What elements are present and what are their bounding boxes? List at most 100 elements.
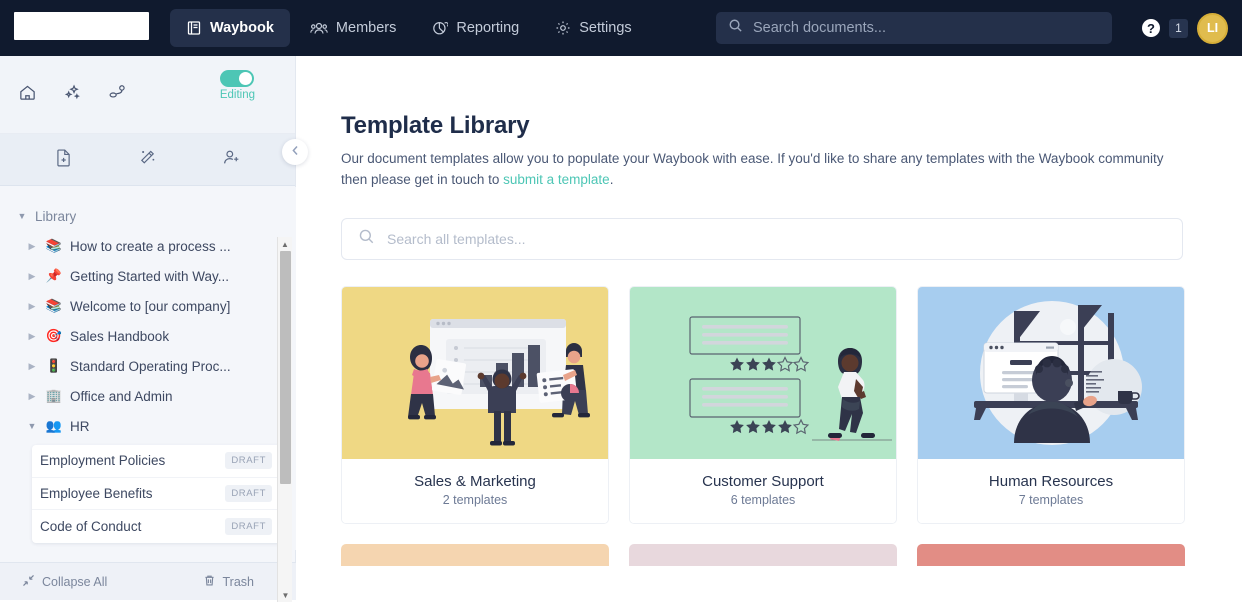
scrollbar-thumb[interactable]: [280, 251, 291, 484]
tree-item-how-to-create-a-process[interactable]: ▶ 📚 How to create a process ...: [0, 231, 296, 261]
sidebar-primary-icons: [18, 83, 128, 107]
submit-template-link[interactable]: submit a template: [503, 172, 610, 187]
chevron-right-icon[interactable]: ▶: [26, 361, 38, 372]
magic-wand-icon[interactable]: [138, 148, 157, 172]
trash-button[interactable]: Trash: [203, 574, 255, 590]
status-badge: DRAFT: [225, 517, 272, 535]
notification-count-badge[interactable]: 1: [1169, 18, 1188, 38]
card-footer: Sales & Marketing 2 templates: [342, 459, 608, 524]
chevron-right-icon[interactable]: ▶: [26, 301, 38, 312]
card-title: Human Resources: [988, 473, 1114, 491]
route-icon[interactable]: [108, 83, 128, 107]
add-member-icon[interactable]: [222, 148, 241, 172]
avatar[interactable]: LI: [1197, 12, 1228, 44]
tree-item-welcome-to-our-company[interactable]: ▶ 📚 Welcome to [our company]: [0, 291, 296, 321]
editing-toggle-label: Editing: [219, 89, 255, 101]
nav-item-members-label: Members: [335, 20, 397, 36]
nav-item-reporting[interactable]: Reporting: [416, 9, 535, 47]
list-item-label: Employment Policies: [40, 453, 166, 469]
template-card-stub-3[interactable]: [917, 544, 1185, 567]
tree-item-getting-started-with-waybook[interactable]: ▶ 📌 Getting Started with Way...: [0, 261, 296, 291]
card-title: Customer Support: [702, 473, 824, 491]
list-item-code-of-conduct[interactable]: Code of Conduct DRAFT: [32, 510, 282, 543]
editing-toggle[interactable]: [220, 70, 255, 87]
collapse-sidebar-button[interactable]: [282, 139, 308, 165]
scroll-up-arrow-icon[interactable]: ▲: [278, 237, 292, 251]
template-card-stub-1[interactable]: [341, 544, 609, 567]
tree-root-library[interactable]: ▼ Library: [0, 201, 296, 231]
tree-item-label: Standard Operating Proc...: [70, 358, 231, 374]
document-tree: ▼ Library ▶ 📚 How to create a process ..…: [0, 187, 296, 550]
busts-emoji: 👥: [45, 418, 63, 433]
nav-item-settings-label: Settings: [579, 20, 632, 36]
tree-item-sales-handbook[interactable]: ▶ 🎯 Sales Handbook: [0, 321, 296, 351]
nav-item-settings[interactable]: Settings: [539, 9, 647, 47]
template-card-customer-support[interactable]: Customer Support 6 templates: [629, 286, 897, 525]
book-icon: [186, 20, 202, 36]
page-description-period: .: [609, 171, 614, 187]
chevron-right-icon[interactable]: ▶: [26, 391, 38, 402]
template-search-placeholder: Search all templates...: [387, 231, 526, 248]
sidebar-scrollbar[interactable]: ▲ ▼: [277, 237, 292, 602]
traffic-light-emoji: 🚦: [45, 358, 63, 373]
nav-item-waybook[interactable]: Waybook: [170, 9, 290, 47]
home-icon[interactable]: [18, 83, 37, 107]
top-bar-actions: ? 1 LI: [1142, 0, 1228, 56]
list-item-label: Employee Benefits: [40, 485, 153, 501]
chevron-left-icon: [291, 143, 300, 161]
chevron-right-icon[interactable]: ▶: [26, 331, 38, 342]
chevron-right-icon[interactable]: ▶: [26, 241, 38, 252]
top-navigation-bar: Digital Gem Waybook: [0, 0, 1242, 56]
trash-label: Trash: [222, 574, 255, 589]
template-card-human-resources[interactable]: Human Resources 7 templates: [917, 286, 1185, 525]
human-resources-illustration: [918, 287, 1184, 460]
primary-nav: Waybook Members Reporting Settings: [170, 9, 648, 47]
trash-icon: [203, 574, 216, 590]
collapse-arrows-icon: [22, 574, 35, 590]
books-emoji: 📚: [45, 238, 63, 253]
search-icon: [358, 228, 375, 250]
list-item-employment-policies[interactable]: Employment Policies DRAFT: [32, 445, 282, 478]
chevron-down-icon[interactable]: ▼: [16, 211, 28, 221]
nav-item-members[interactable]: Members: [294, 9, 412, 47]
card-template-count: 7 templates: [1018, 493, 1084, 508]
chevron-down-icon[interactable]: ▼: [26, 421, 38, 431]
card-template-count: 6 templates: [730, 493, 796, 508]
tree-root-label: Library: [35, 208, 77, 224]
new-document-icon[interactable]: [55, 148, 73, 172]
tree-item-label: Sales Handbook: [70, 328, 170, 344]
tree-item-office-and-admin[interactable]: ▶ 🏢 Office and Admin: [0, 381, 296, 411]
office-building-emoji: 🏢: [45, 388, 63, 403]
global-search-box[interactable]: Search documents...: [716, 12, 1112, 44]
sidebar: Editing ▼ Library ▶ 📚 How to create a pr…: [0, 56, 308, 602]
template-card-sales-marketing[interactable]: Sales & Marketing 2 templates: [341, 286, 609, 525]
tree-item-standard-operating-procedures[interactable]: ▶ 🚦 Standard Operating Proc...: [0, 351, 296, 381]
main-content: Template Library Our document templates …: [297, 56, 1242, 600]
card-template-count: 2 templates: [442, 493, 508, 508]
template-search-input[interactable]: Search all templates...: [341, 218, 1183, 261]
tree-item-label: Getting Started with Way...: [70, 268, 230, 284]
pie-chart-icon: [432, 20, 449, 36]
chevron-right-icon[interactable]: ▶: [26, 271, 38, 282]
help-icon[interactable]: ?: [1142, 19, 1160, 37]
sidebar-toolbar-secondary: [0, 134, 295, 186]
tree-item-label: Office and Admin: [70, 388, 173, 404]
customer-support-illustration: [630, 287, 896, 460]
redaction-overlay: [14, 12, 149, 40]
sparkles-icon[interactable]: [63, 83, 82, 107]
list-item-label: Code of Conduct: [40, 518, 142, 534]
tree-item-label: HR: [70, 418, 90, 434]
page-description: Our document templates allow you to popu…: [341, 149, 1181, 190]
nav-item-reporting-label: Reporting: [456, 20, 520, 36]
brand-logo[interactable]: Digital Gem: [0, 0, 170, 56]
status-badge: DRAFT: [225, 484, 272, 502]
page-title: Template Library: [341, 112, 530, 139]
tree-item-hr[interactable]: ▼ 👥 HR: [0, 411, 296, 441]
list-item-employee-benefits[interactable]: Employee Benefits DRAFT: [32, 478, 282, 510]
card-footer: Human Resources 7 templates: [918, 459, 1184, 524]
card-title: Sales & Marketing: [414, 473, 536, 491]
collapse-all-button[interactable]: Collapse All: [22, 574, 107, 590]
editing-toggle-group: Editing: [220, 70, 255, 101]
nav-item-waybook-label: Waybook: [210, 20, 274, 36]
template-card-stub-2[interactable]: [629, 544, 897, 567]
